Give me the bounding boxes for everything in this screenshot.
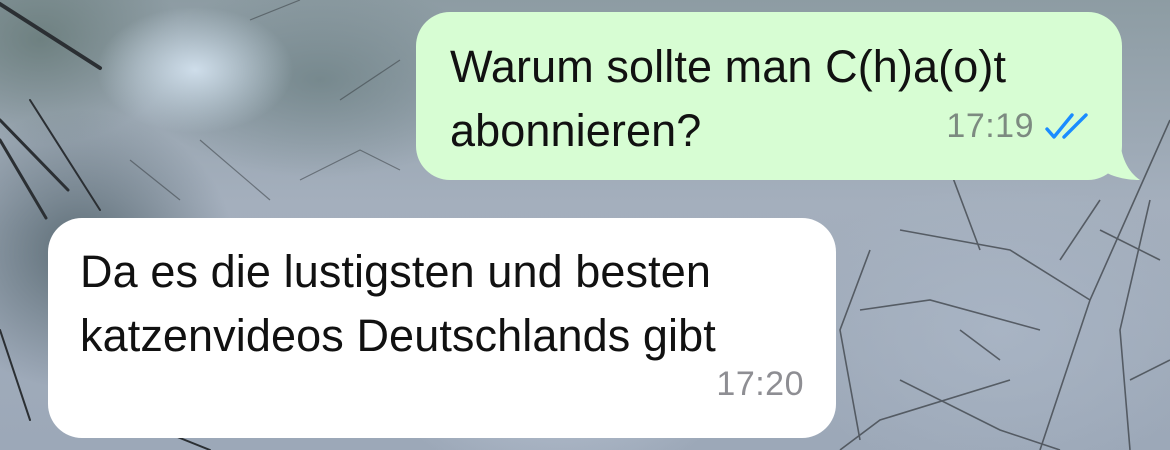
message-meta: 17:20: [716, 352, 804, 416]
outgoing-bubble-tail: [1096, 136, 1140, 180]
double-check-read-icon: [1045, 113, 1088, 139]
outgoing-message-bubble[interactable]: Warum sollte man C(h)a(o)t abonnieren? 1…: [416, 12, 1122, 180]
message-timestamp: 17:19: [946, 107, 1034, 145]
message-text: Da es die lustigsten und besten katzenvi…: [80, 246, 716, 361]
message-meta: 17:19: [946, 94, 1092, 158]
message-timestamp: 17:20: [716, 365, 804, 403]
incoming-message-bubble[interactable]: Da es die lustigsten und besten katzenvi…: [48, 218, 836, 438]
